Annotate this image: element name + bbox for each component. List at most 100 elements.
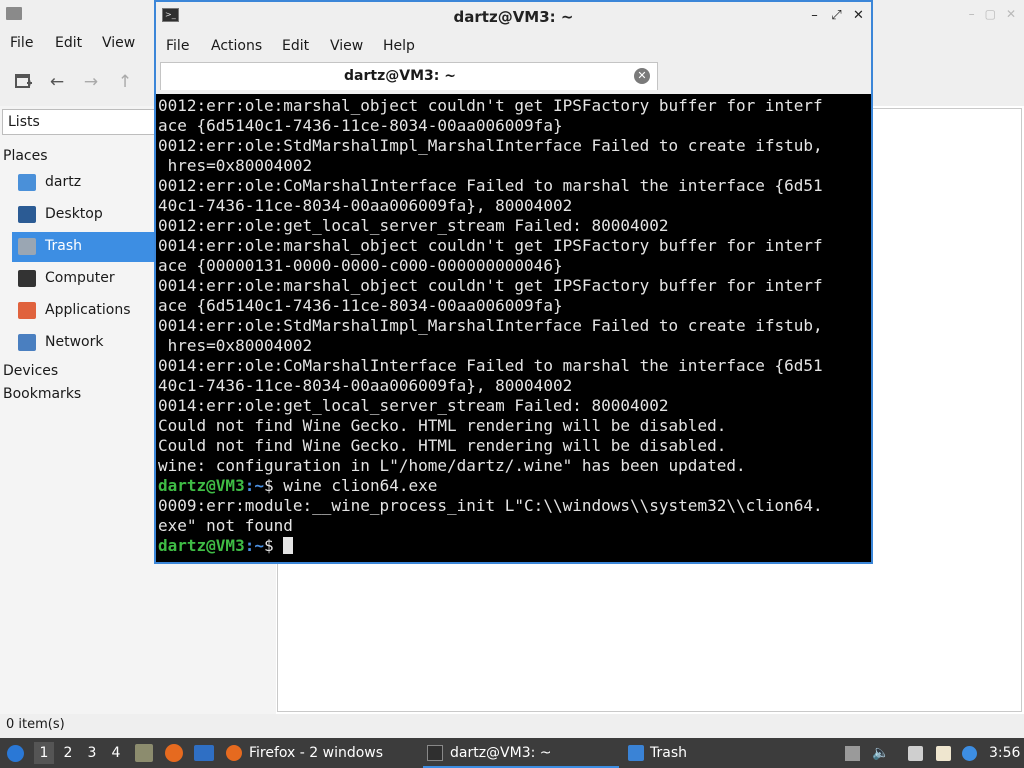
menu-actions[interactable]: Actions	[211, 38, 262, 54]
desktop-icon	[18, 206, 36, 223]
sidebar-item-label: Applications	[45, 302, 131, 318]
back-arrow-icon[interactable]: ←	[46, 72, 68, 92]
menu-view[interactable]: View	[102, 35, 135, 51]
close-tab-icon[interactable]: ✕	[634, 68, 650, 84]
applications-icon	[18, 302, 36, 319]
network-status-icon[interactable]	[908, 746, 923, 761]
terminal-line: ace {00000131-0000-0000-c000-00000000004…	[158, 256, 563, 275]
terminal-title: dartz@VM3: ~	[453, 8, 574, 26]
terminal-line: 0012:err:ole:marshal_object couldn't get…	[158, 96, 823, 115]
prompt-path: :~	[244, 536, 264, 555]
file-manager-window-buttons: – ▢ ✕	[969, 7, 1016, 21]
computer-icon	[18, 270, 36, 287]
terminal-line: 0012:err:ole:CoMarshalInterface Failed t…	[158, 176, 823, 195]
terminal-icon	[427, 745, 443, 761]
terminal-line: 0012:err:ole:StdMarshalImpl_MarshalInter…	[158, 136, 823, 155]
menu-file[interactable]: File	[10, 35, 33, 51]
places-header[interactable]: Places	[3, 148, 48, 164]
prompt-line: dartz@VM3:~$ wine clion64.exe	[158, 476, 871, 496]
sidebar-item-label: Desktop	[45, 206, 103, 222]
file-manager-launcher-icon[interactable]	[135, 744, 153, 762]
app-menu-icon[interactable]	[7, 745, 24, 762]
show-desktop-icon[interactable]	[194, 745, 214, 761]
taskbar-window-label: Trash	[650, 745, 687, 761]
workspace-4[interactable]: 4	[106, 742, 126, 764]
terminal-line: ace {6d5140c1-7436-11ce-8034-00aa006009f…	[158, 116, 563, 135]
terminal-line: wine: configuration in L"/home/dartz/.wi…	[158, 456, 746, 475]
sidebar-item-label: Computer	[45, 270, 115, 286]
minimize-icon[interactable]: –	[969, 7, 975, 21]
prompt-line[interactable]: dartz@VM3:~$	[158, 536, 871, 556]
terminal-window-buttons: – ⤢ ✕	[808, 8, 865, 23]
new-tab-icon[interactable]	[12, 72, 34, 92]
command-text: wine clion64.exe	[273, 476, 438, 495]
terminal-line: hres=0x80004002	[158, 336, 313, 355]
item-count: 0 item(s)	[6, 717, 65, 732]
status-bar: 0 item(s)	[0, 714, 1024, 738]
up-arrow-icon[interactable]: ↑	[114, 72, 136, 92]
folder-icon	[628, 745, 644, 761]
terminal-line: 0014:err:ole:get_local_server_stream Fai…	[158, 396, 669, 415]
terminal-line: 0014:err:ole:StdMarshalImpl_MarshalInter…	[158, 316, 823, 335]
menu-edit[interactable]: Edit	[282, 38, 309, 54]
bookmarks-header[interactable]: Bookmarks	[3, 386, 81, 402]
terminal-line: 0012:err:ole:get_local_server_stream Fai…	[158, 216, 669, 235]
taskbar-window-label: Firefox - 2 windows	[249, 745, 384, 761]
minimize-icon[interactable]: –	[808, 8, 821, 23]
maximize-icon[interactable]: ⤢	[830, 8, 843, 23]
menu-view[interactable]: View	[330, 38, 363, 54]
volume-icon[interactable]: 🔈	[872, 746, 889, 761]
terminal-menubar: File Actions Edit View Help	[156, 32, 871, 60]
home-folder-icon	[18, 174, 36, 191]
prompt-symbol: $	[263, 536, 274, 555]
taskbar-window-terminal[interactable]: dartz@VM3: ~	[423, 740, 619, 768]
workspace-3[interactable]: 3	[82, 742, 102, 764]
workspace-2[interactable]: 2	[58, 742, 78, 764]
updates-icon[interactable]	[962, 746, 977, 761]
sidebar-mode-label: Lists	[8, 114, 40, 130]
menu-edit[interactable]: Edit	[55, 35, 82, 51]
terminal-line: hres=0x80004002	[158, 156, 313, 175]
terminal-line: 0014:err:ole:marshal_object couldn't get…	[158, 236, 823, 255]
devices-header[interactable]: Devices	[3, 363, 58, 379]
text-cursor	[283, 537, 294, 554]
terminal-line: exe" not found	[158, 516, 293, 535]
taskbar-window-firefox[interactable]: Firefox - 2 windows	[226, 740, 416, 766]
terminal-tab-label: dartz@VM3: ~	[344, 68, 456, 84]
firefox-icon	[226, 745, 242, 761]
terminal-line: 0009:err:module:__wine_process_init L"C:…	[158, 496, 823, 515]
prompt-symbol: $	[263, 476, 274, 495]
maximize-icon[interactable]: ▢	[985, 7, 996, 21]
terminal-line: Could not find Wine Gecko. HTML renderin…	[158, 416, 727, 435]
terminal-line: 0014:err:ole:marshal_object couldn't get…	[158, 276, 823, 295]
sidebar-item-label: Trash	[45, 238, 82, 254]
sidebar-item-label: dartz	[45, 174, 82, 190]
terminal-line: 40c1-7436-11ce-8034-00aa006009fa}, 80004…	[158, 376, 573, 395]
prompt-user-host: dartz@VM3	[158, 536, 245, 555]
close-icon[interactable]: ✕	[852, 8, 865, 23]
close-icon[interactable]: ✕	[1006, 7, 1016, 21]
trash-icon	[18, 238, 36, 255]
firefox-launcher-icon[interactable]	[165, 744, 183, 762]
menu-file[interactable]: File	[166, 38, 189, 54]
terminal-titlebar[interactable]: >_ dartz@VM3: ~ – ⤢ ✕	[156, 2, 871, 32]
clipboard-icon[interactable]	[936, 746, 951, 761]
menu-help[interactable]: Help	[383, 38, 415, 54]
workspace-1[interactable]: 1	[34, 742, 54, 764]
terminal-window[interactable]: >_ dartz@VM3: ~ – ⤢ ✕ File Actions Edit …	[154, 0, 873, 564]
terminal-line: 40c1-7436-11ce-8034-00aa006009fa}, 80004…	[158, 196, 573, 215]
terminal-output[interactable]: 0012:err:ole:marshal_object couldn't get…	[156, 94, 871, 562]
taskbar-window-trash[interactable]: Trash	[626, 740, 746, 766]
terminal-tab[interactable]: dartz@VM3: ~ ✕	[160, 62, 658, 90]
prompt-path: :~	[244, 476, 264, 495]
clock[interactable]: 3:56	[989, 738, 1020, 768]
network-icon	[18, 334, 36, 351]
taskbar-window-label: dartz@VM3: ~	[450, 745, 552, 761]
eject-icon[interactable]	[845, 746, 860, 761]
terminal-line: 0014:err:ole:CoMarshalInterface Failed t…	[158, 356, 823, 375]
terminal-line: Could not find Wine Gecko. HTML renderin…	[158, 436, 727, 455]
taskbar: 1 2 3 4 Firefox - 2 windows dartz@VM3: ~…	[0, 738, 1024, 768]
prompt-user-host: dartz@VM3	[158, 476, 245, 495]
forward-arrow-icon[interactable]: →	[80, 72, 102, 92]
sidebar-item-label: Network	[45, 334, 104, 350]
